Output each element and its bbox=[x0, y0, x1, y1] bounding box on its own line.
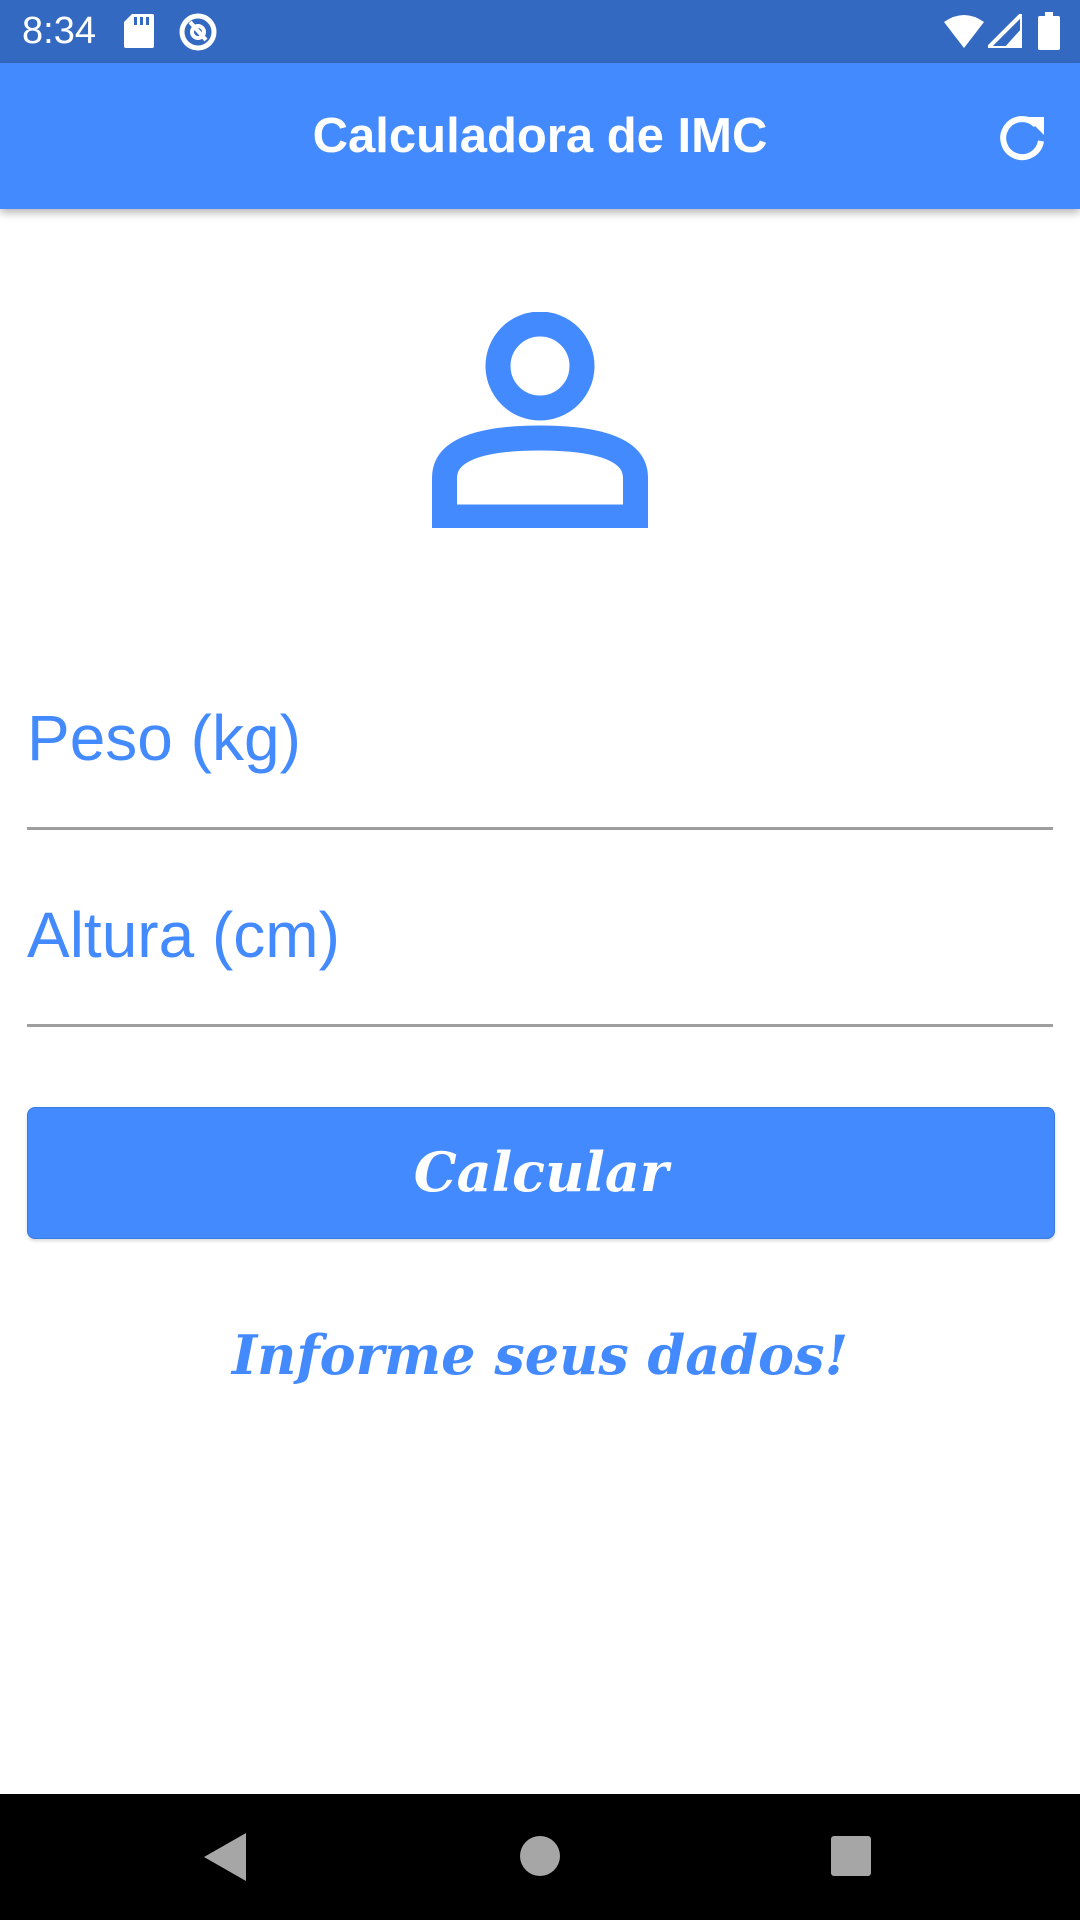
height-input[interactable] bbox=[27, 885, 1053, 985]
recents-square-icon[interactable] bbox=[831, 1836, 871, 1876]
weight-input[interactable] bbox=[27, 688, 1053, 788]
app-title: Calculadora de IMC bbox=[312, 109, 768, 163]
person-outline-icon bbox=[432, 312, 648, 528]
height-field[interactable] bbox=[27, 875, 1053, 1028]
sd-card-icon bbox=[124, 14, 154, 48]
back-triangle-icon[interactable] bbox=[204, 1833, 246, 1881]
app-bar: Calculadora de IMC bbox=[0, 63, 1080, 209]
navigation-bar bbox=[0, 1794, 1080, 1920]
refresh-button[interactable] bbox=[994, 109, 1050, 165]
status-time: 8:34 bbox=[22, 10, 96, 52]
weight-field-underline bbox=[27, 827, 1053, 830]
refresh-icon bbox=[1000, 116, 1044, 161]
home-circle-icon[interactable] bbox=[520, 1836, 560, 1876]
height-field-underline bbox=[27, 1024, 1053, 1027]
battery-icon bbox=[1038, 12, 1060, 50]
calculate-button[interactable]: Calcular bbox=[27, 1107, 1055, 1239]
wifi-icon bbox=[944, 15, 984, 48]
cell-signal-icon bbox=[988, 14, 1022, 48]
at-sign-icon bbox=[179, 13, 217, 51]
status-bar: 8:34 bbox=[0, 0, 1080, 63]
info-message: Informe seus dados! bbox=[231, 1323, 849, 1387]
weight-field[interactable] bbox=[27, 678, 1053, 831]
